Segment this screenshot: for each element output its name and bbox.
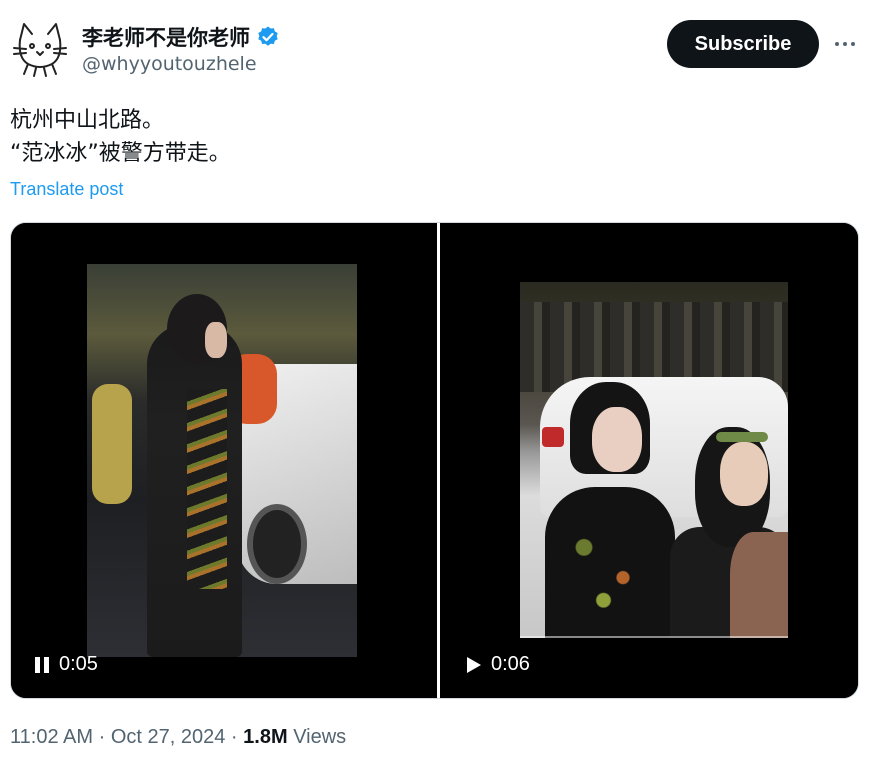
views-count: 1.8M <box>243 726 288 748</box>
video-progress-bar[interactable] <box>520 636 788 638</box>
dress-pattern-shape <box>187 389 227 589</box>
post-time[interactable]: 11:02 AM <box>10 726 93 748</box>
video-2[interactable]: 0:06 <box>443 223 858 698</box>
video-2-time: 0:06 <box>491 653 530 675</box>
pause-icon[interactable] <box>35 656 49 673</box>
media-divider <box>437 223 440 698</box>
car-wheel-shape <box>247 504 307 584</box>
author-handle[interactable]: @whyyoutouzhele <box>82 53 257 75</box>
subscribe-button[interactable]: Subscribe <box>667 20 819 68</box>
meta-separator: · <box>230 726 238 748</box>
post-text-line-2: “范冰冰”被警方带走。 <box>10 141 231 166</box>
avatar[interactable] <box>10 18 70 78</box>
video-1-controls: 0:05 <box>35 653 98 676</box>
post-text-line-1: 杭州中山北路。 <box>10 108 165 133</box>
media-grid: 0:05 0:06 <box>10 222 859 699</box>
man-head-shape <box>730 532 788 638</box>
video-1[interactable]: 0:05 <box>11 223 434 698</box>
translate-post-link[interactable]: Translate post <box>10 179 123 200</box>
post-date[interactable]: Oct 27, 2024 <box>111 726 226 748</box>
video-1-frame[interactable] <box>87 264 357 657</box>
play-icon[interactable] <box>467 656 481 673</box>
companion-face-shape <box>720 442 768 506</box>
post-meta: 11:02 AM · Oct 27, 2024 · 1.8M Views <box>10 726 346 749</box>
tail-light-shape <box>542 427 564 447</box>
post-text: 杭州中山北路。 “范冰冰”被警方带走。 <box>10 104 231 170</box>
verified-badge-icon <box>258 26 278 46</box>
woman-face-shape <box>205 322 227 358</box>
cat-doodle-avatar-icon <box>13 23 67 77</box>
sequin-dress-shape <box>545 487 675 638</box>
video-1-time: 0:05 <box>59 653 98 675</box>
author-name-row[interactable]: 李老师不是你老师 <box>82 22 280 52</box>
meta-separator: · <box>98 726 106 748</box>
author-name[interactable]: 李老师不是你老师 <box>82 22 250 52</box>
more-options-icon[interactable] <box>828 30 862 58</box>
woman-face-shape <box>592 407 642 472</box>
video-2-controls: 0:06 <box>467 653 530 676</box>
views-label: Views <box>293 726 347 748</box>
video-2-frame[interactable] <box>520 282 788 638</box>
bystander-shape <box>92 384 132 504</box>
headband-shape <box>716 432 768 442</box>
